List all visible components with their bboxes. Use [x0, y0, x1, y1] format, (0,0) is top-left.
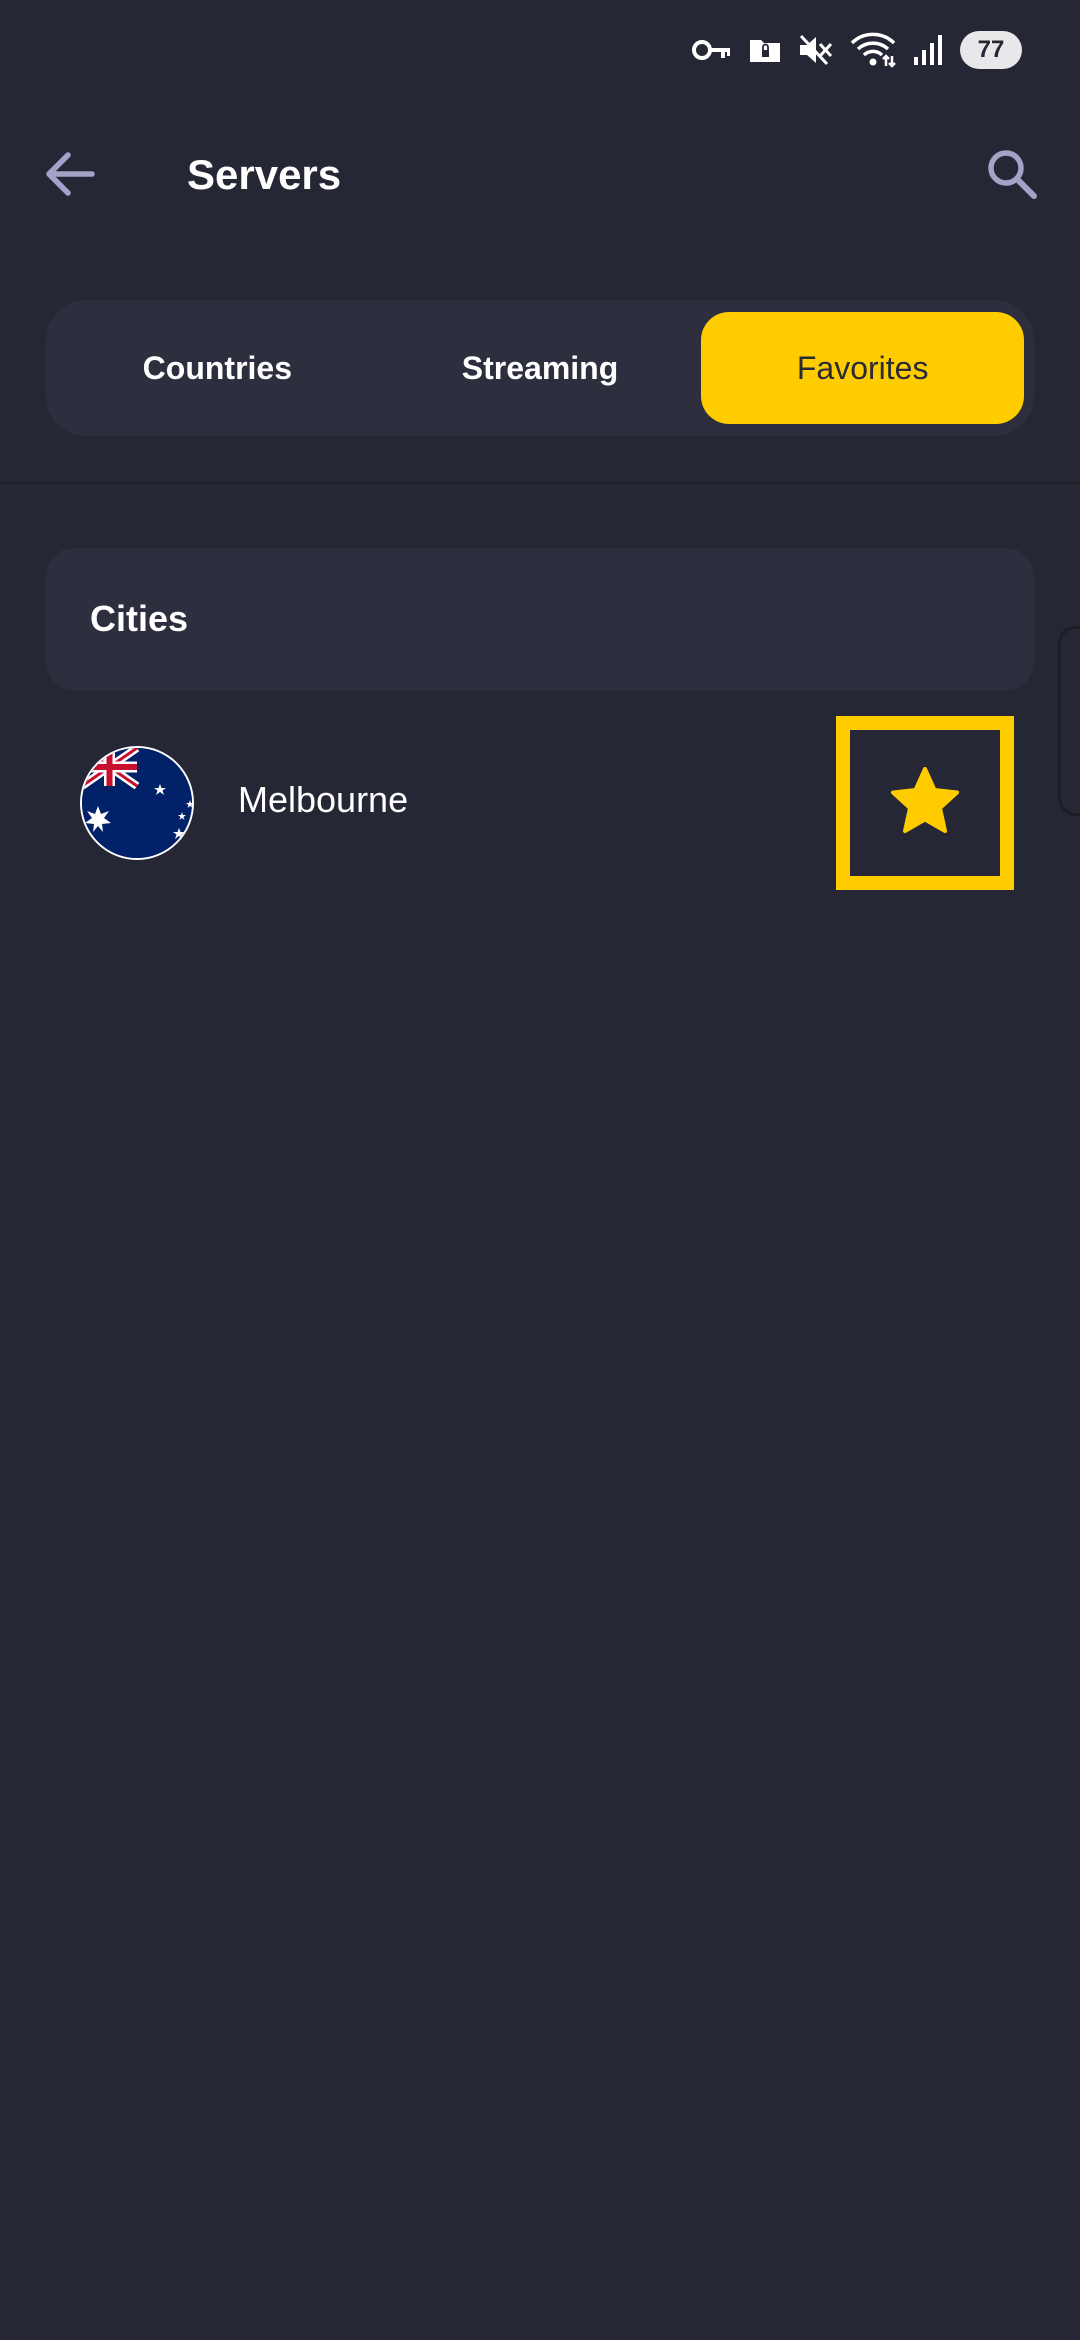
- status-icons: 77: [692, 28, 1022, 72]
- edge-panel-handle[interactable]: [1058, 626, 1080, 816]
- australia-flag-icon: [80, 746, 194, 860]
- search-button[interactable]: [976, 140, 1048, 212]
- star-icon: [887, 765, 963, 842]
- server-list-item[interactable]: Melbourne: [46, 716, 1034, 892]
- tab-countries[interactable]: Countries: [56, 312, 379, 424]
- wifi-icon: [850, 32, 896, 68]
- page-title: Servers: [187, 151, 342, 198]
- app-header: Servers: [0, 130, 1080, 220]
- header-divider: [0, 481, 1080, 484]
- favorite-toggle-button[interactable]: [836, 716, 1014, 890]
- status-bar: 77: [0, 0, 1080, 100]
- city-name: Melbourne: [238, 779, 409, 820]
- signal-icon: [912, 33, 944, 67]
- tab-favorites[interactable]: Favorites: [701, 312, 1025, 424]
- search-icon: [984, 146, 1040, 207]
- arrow-left-icon: [44, 151, 96, 202]
- back-button[interactable]: [36, 142, 104, 210]
- section-title: Cities: [90, 598, 189, 639]
- battery-indicator: 77: [960, 31, 1022, 69]
- server-tabs: Countries Streaming Favorites: [46, 300, 1034, 436]
- servers-screen: 77 Servers Countries Streaming Favorites: [0, 0, 1080, 2340]
- mute-icon: [798, 33, 834, 67]
- folder-lock-icon: [748, 36, 782, 64]
- cities-section-header: Cities: [46, 548, 1034, 690]
- key-icon: [692, 36, 732, 64]
- tab-streaming[interactable]: Streaming: [379, 312, 702, 424]
